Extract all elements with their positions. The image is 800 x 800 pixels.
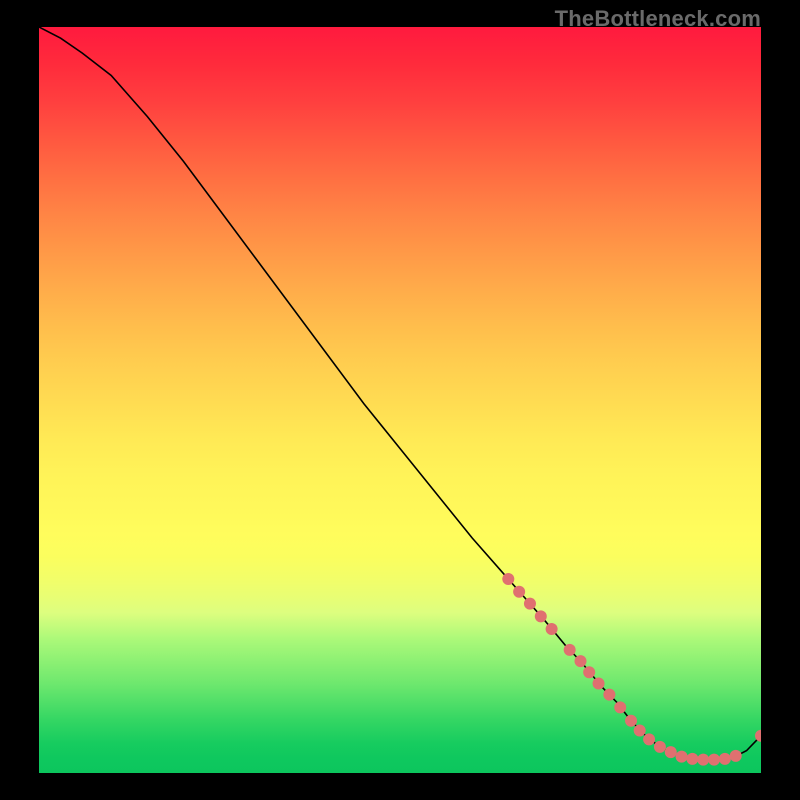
data-marker — [502, 573, 514, 585]
data-marker — [625, 715, 637, 727]
data-marker — [730, 750, 742, 762]
data-marker — [546, 623, 558, 635]
curve-svg — [39, 27, 761, 773]
data-marker — [686, 753, 698, 765]
data-marker — [719, 753, 731, 765]
plot-area — [39, 27, 761, 773]
data-marker — [708, 754, 720, 766]
data-marker — [513, 586, 525, 598]
data-marker — [535, 610, 547, 622]
data-marker — [665, 746, 677, 758]
marker-group — [502, 573, 761, 766]
chart-container: TheBottleneck.com — [0, 0, 800, 800]
data-marker — [676, 751, 688, 763]
data-marker — [575, 655, 587, 667]
data-marker — [654, 741, 666, 753]
data-marker — [634, 724, 646, 736]
data-marker — [583, 666, 595, 678]
data-marker — [524, 598, 536, 610]
data-marker — [697, 754, 709, 766]
data-marker — [593, 677, 605, 689]
data-marker — [614, 701, 626, 713]
data-marker — [564, 644, 576, 656]
data-marker — [603, 689, 615, 701]
data-marker — [643, 733, 655, 745]
data-line — [39, 27, 761, 760]
